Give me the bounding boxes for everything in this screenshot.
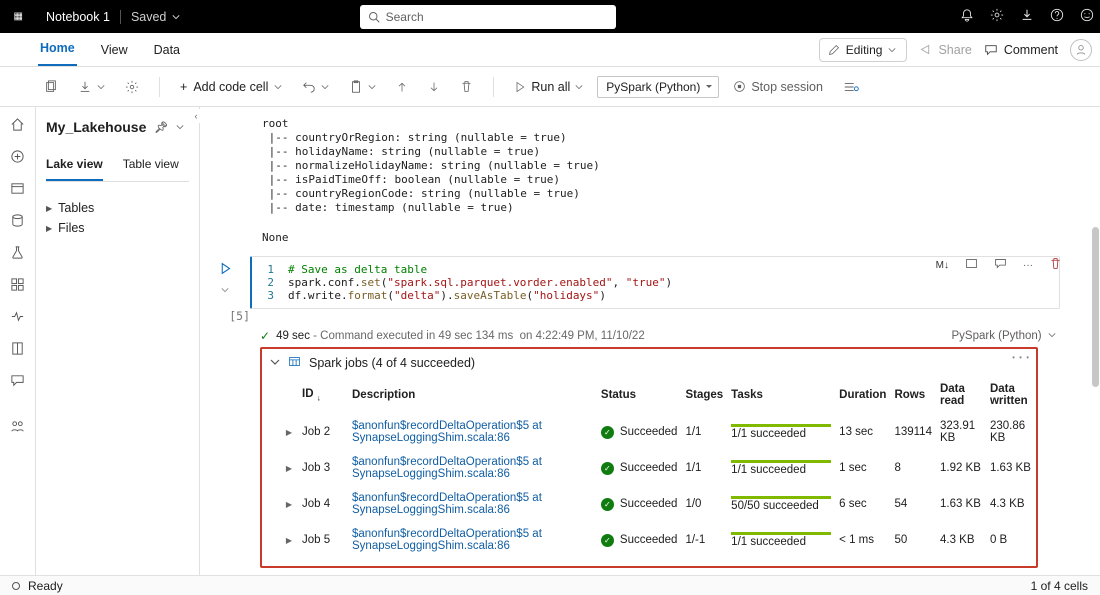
- cell-count: 1 of 4 cells: [1031, 579, 1088, 593]
- tab-view[interactable]: View: [99, 43, 130, 66]
- cell-more-icon[interactable]: ···: [1019, 257, 1037, 274]
- spark-job-row[interactable]: ▶Job 2$anonfun$recordDeltaOperation$5 at…: [280, 414, 1042, 451]
- download-icon[interactable]: [1020, 8, 1034, 25]
- spark-job-row[interactable]: ▶Job 4$anonfun$recordDeltaOperation$5 at…: [280, 486, 1042, 522]
- lakehouse-title[interactable]: My_Lakehouse 📌︎: [46, 115, 189, 135]
- add-code-cell[interactable]: + Add code cell: [174, 76, 288, 98]
- editing-mode[interactable]: Editing: [819, 38, 908, 62]
- comment-icon: [984, 43, 998, 57]
- spark-title: Spark jobs (4 of 4 succeeded): [309, 356, 475, 370]
- chevron-down-icon[interactable]: [176, 123, 184, 131]
- feedback-icon[interactable]: [1080, 8, 1094, 25]
- delete-button[interactable]: [454, 76, 479, 97]
- rail-app-icon[interactable]: [9, 275, 27, 293]
- stop-icon: [733, 80, 746, 93]
- rail-people-icon[interactable]: [9, 417, 27, 435]
- undo-button[interactable]: [296, 76, 335, 98]
- search-input[interactable]: Search: [360, 5, 616, 29]
- rail-add-icon[interactable]: [9, 147, 27, 165]
- session-options[interactable]: [837, 76, 865, 98]
- saved-label[interactable]: Saved: [131, 10, 180, 24]
- search-icon: [368, 11, 380, 23]
- check-icon: ✓: [260, 329, 270, 343]
- notebook-title[interactable]: Notebook 1: [46, 10, 110, 24]
- tab-lake-view[interactable]: Lake view: [46, 155, 103, 181]
- cell-toolbar: M↓ ···: [932, 254, 1066, 276]
- presence-avatar[interactable]: [1070, 39, 1092, 61]
- rail-notebook-icon[interactable]: [9, 339, 27, 357]
- waffle-icon[interactable]: ▦: [4, 11, 32, 22]
- move-up-button[interactable]: [390, 77, 414, 97]
- download-nb-button[interactable]: [72, 76, 111, 98]
- share-icon: [919, 43, 932, 56]
- help-icon[interactable]: [1050, 8, 1064, 25]
- pin-icon[interactable]: 📌︎: [154, 121, 168, 134]
- move-down-button[interactable]: [422, 77, 446, 97]
- none-output: None: [262, 231, 1078, 244]
- tree-tables[interactable]: ▶Tables: [46, 198, 189, 218]
- rail-browse-icon[interactable]: [9, 179, 27, 197]
- rail-home-icon[interactable]: [9, 115, 27, 133]
- kernel-select[interactable]: PySpark (Python): [597, 76, 719, 98]
- rail-data-icon[interactable]: [9, 211, 27, 229]
- run-all-button[interactable]: Run all: [508, 76, 589, 98]
- notifications-icon[interactable]: [960, 8, 974, 25]
- pencil-icon: [828, 44, 840, 56]
- left-rail: [0, 107, 36, 575]
- kernel-status-icon: [12, 582, 20, 590]
- collapse-spark-icon[interactable]: [270, 356, 280, 370]
- cell-delete-icon[interactable]: [1045, 254, 1066, 276]
- vertical-scrollbar[interactable]: [1090, 107, 1100, 575]
- cell-comment-icon[interactable]: [990, 254, 1011, 276]
- cell-prompt: [5]: [200, 309, 250, 323]
- schema-output: root |-- countryOrRegion: string (nullab…: [262, 117, 1078, 215]
- cell-lang[interactable]: PySpark (Python): [951, 330, 1056, 342]
- tab-table-view[interactable]: Table view: [123, 155, 179, 181]
- share-button[interactable]: Share: [919, 43, 971, 57]
- output-ellipsis[interactable]: • • •: [228, 570, 1078, 575]
- rail-experiment-icon[interactable]: [9, 243, 27, 261]
- cell-output-icon[interactable]: [961, 254, 982, 276]
- play-icon: [514, 81, 526, 93]
- run-cell-icon[interactable]: [219, 262, 232, 278]
- rail-monitor-icon[interactable]: [9, 307, 27, 325]
- manage-button[interactable]: [119, 76, 145, 98]
- spark-jobs-panel: • • • Spark jobs (4 of 4 succeeded) ID ↓…: [260, 347, 1038, 568]
- tab-home[interactable]: Home: [38, 41, 77, 66]
- stop-session-button[interactable]: Stop session: [727, 76, 829, 98]
- cell-md-toggle[interactable]: M↓: [932, 257, 953, 274]
- paste-button[interactable]: [343, 76, 382, 98]
- settings-icon[interactable]: [990, 8, 1004, 25]
- cell-run-menu-icon[interactable]: [221, 286, 229, 296]
- tree-files[interactable]: ▶Files: [46, 218, 189, 238]
- spark-job-row[interactable]: ▶Job 3$anonfun$recordDeltaOperation$5 at…: [280, 450, 1042, 486]
- copy-button[interactable]: [38, 76, 64, 98]
- spark-more-icon[interactable]: • • •: [1012, 353, 1030, 362]
- status-ready: Ready: [28, 579, 63, 593]
- comment-button[interactable]: Comment: [984, 43, 1058, 57]
- spark-icon: [288, 355, 301, 371]
- rail-feedback-icon[interactable]: [9, 371, 27, 389]
- spark-job-row[interactable]: ▶Job 5$anonfun$recordDeltaOperation$5 at…: [280, 522, 1042, 558]
- tab-data[interactable]: Data: [152, 43, 182, 66]
